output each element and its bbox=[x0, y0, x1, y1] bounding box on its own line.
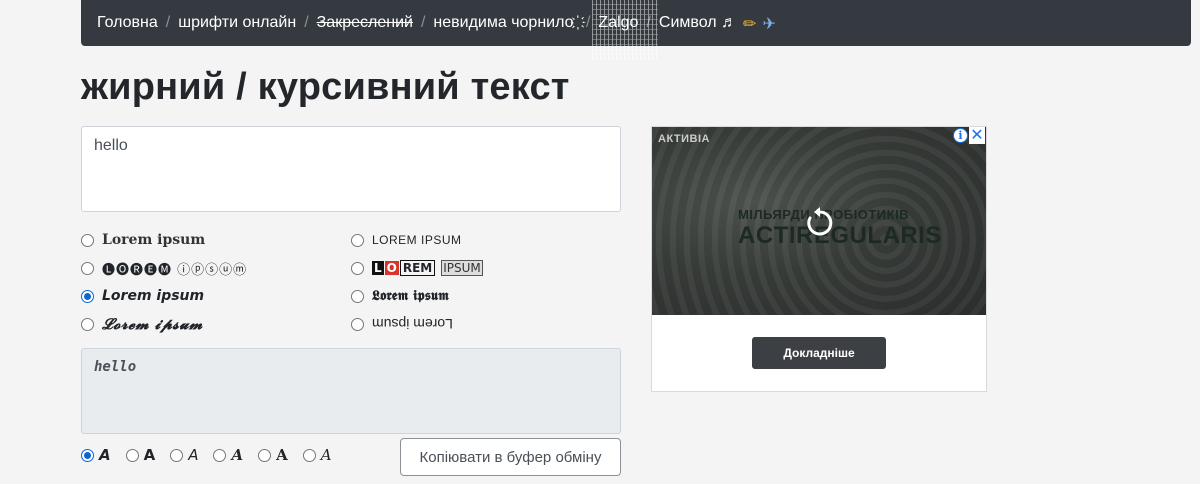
nav-separator: / bbox=[585, 14, 591, 31]
nav-link-strikethrough[interactable]: Закреслений bbox=[317, 14, 413, 32]
radio-button[interactable] bbox=[81, 317, 94, 331]
pencil-icon: ✏ bbox=[743, 13, 757, 33]
output-text[interactable]: hello bbox=[81, 348, 621, 434]
style-options-group: A A A A A A bbox=[81, 446, 347, 464]
radio-button[interactable] bbox=[351, 289, 364, 303]
font-options-group: Lorem ipsum LOREM IPSUM 🅛🅞🅡🅔🅜 ⓘⓟⓢⓤⓜ L O RE… bbox=[81, 231, 621, 333]
style-option-serif-italic[interactable]: A bbox=[302, 446, 332, 464]
nav-link-invisible-ink[interactable]: невидима чорнило ҉ bbox=[433, 14, 578, 32]
copy-to-clipboard-button[interactable]: Копіювати в буфер обміну bbox=[400, 438, 621, 476]
style-option-label: A bbox=[188, 446, 199, 464]
style-option-label: A bbox=[320, 446, 332, 464]
font-option-small-caps[interactable]: LOREM IPSUM bbox=[351, 231, 621, 249]
radio-button[interactable] bbox=[170, 448, 184, 462]
style-option-sans-bold[interactable]: A bbox=[125, 446, 156, 464]
text-input[interactable]: hello bbox=[81, 126, 621, 212]
style-option-serif-bold-italic[interactable]: A bbox=[213, 446, 243, 464]
ad-image[interactable]: АКТИВІА МІЛЬЯРДИ ПРОБІОТИКІВ ACTIREGULAR… bbox=[652, 127, 986, 315]
nav-link-home[interactable]: Головна bbox=[97, 14, 158, 32]
nav-separator: / bbox=[165, 14, 171, 31]
ad-brand-label: АКТИВІА bbox=[658, 133, 711, 145]
radio-button[interactable] bbox=[125, 448, 139, 462]
ad-learn-more-button[interactable]: Докладніше bbox=[752, 337, 886, 369]
nav-separator: / bbox=[646, 14, 651, 31]
nav-link-zalgo-label: Zalgo bbox=[598, 14, 639, 31]
radio-button[interactable] bbox=[258, 448, 272, 462]
radio-button[interactable] bbox=[81, 261, 94, 275]
airplane-icon: ✈ bbox=[762, 13, 776, 33]
nav-separator: / bbox=[304, 14, 309, 31]
ad-close-icon[interactable]: ✕ bbox=[969, 127, 985, 144]
font-option-boxed[interactable]: L O REM IPSUM bbox=[351, 259, 621, 277]
nav-link-zalgo[interactable]: Zalgo bbox=[592, 0, 659, 60]
style-option-label: A bbox=[99, 446, 111, 464]
font-option-upside-down[interactable]: Lorem ipsum bbox=[351, 315, 621, 333]
style-option-serif-bold[interactable]: A bbox=[258, 446, 288, 464]
font-option-label: LOREM IPSUM bbox=[372, 233, 462, 247]
radio-button[interactable] bbox=[351, 261, 364, 275]
nav-link-symbol[interactable]: Символ ♬ bbox=[659, 14, 737, 32]
style-option-label: A bbox=[143, 446, 156, 464]
font-option-label: L O REM IPSUM bbox=[372, 260, 483, 276]
style-option-sans-italic[interactable]: A bbox=[170, 446, 198, 464]
boxed-letter-l: L bbox=[372, 261, 384, 275]
font-option-circled[interactable]: 🅛🅞🅡🅔🅜 ⓘⓟⓢⓤⓜ bbox=[81, 259, 351, 278]
font-option-fraktur[interactable]: 𝕷𝖔𝖗𝖊𝖒 𝖎𝖕𝖘𝖚𝖒 bbox=[351, 287, 621, 305]
font-option-label: 🅛🅞🅡🅔🅜 ⓘⓟⓢⓤⓜ bbox=[102, 262, 248, 278]
style-option-sans-bold-italic[interactable]: A bbox=[81, 446, 111, 464]
radio-button[interactable] bbox=[351, 317, 364, 331]
ad-headline-main: ACTIREGULARIS bbox=[738, 222, 942, 249]
radio-button[interactable] bbox=[213, 448, 227, 462]
font-option-serif-bold[interactable]: Lorem ipsum bbox=[81, 231, 351, 249]
font-option-label: Lorem ipsum bbox=[102, 288, 205, 304]
font-option-label: Lorem ipsum bbox=[102, 232, 206, 248]
font-option-script[interactable]: 𝓛𝓸𝓻𝓮𝓶 𝓲𝓹𝓼𝓾𝓶 bbox=[81, 315, 351, 333]
radio-button[interactable] bbox=[351, 233, 364, 247]
nav-separator: / bbox=[420, 14, 426, 31]
radio-button-checked[interactable] bbox=[81, 289, 94, 303]
style-option-label: A bbox=[231, 446, 244, 464]
page-title: жирний / курсивний текст bbox=[81, 66, 570, 108]
radio-button[interactable] bbox=[81, 233, 94, 247]
radio-button-checked[interactable] bbox=[81, 448, 94, 462]
advertisement[interactable]: АКТИВІА МІЛЬЯРДИ ПРОБІОТИКІВ ACTIREGULAR… bbox=[651, 126, 987, 392]
ad-info-icon[interactable]: i bbox=[953, 128, 968, 143]
font-option-label: 𝓛𝓸𝓻𝓮𝓶 𝓲𝓹𝓼𝓾𝓶 bbox=[102, 315, 203, 333]
replay-icon[interactable] bbox=[803, 206, 837, 240]
top-navbar: Головна / шрифти онлайн / Закреслений / … bbox=[81, 0, 1191, 60]
radio-button[interactable] bbox=[302, 448, 316, 462]
font-option-label: Lorem ipsum bbox=[372, 316, 453, 332]
boxed-letters-rem: REM bbox=[399, 260, 436, 276]
font-option-label: 𝕷𝖔𝖗𝖊𝖒 𝖎𝖕𝖘𝖚𝖒 bbox=[372, 288, 449, 304]
boxed-letters-ipsum: IPSUM bbox=[441, 260, 483, 276]
style-option-label: A bbox=[276, 446, 288, 464]
nav-link-fonts-online[interactable]: шрифти онлайн bbox=[178, 14, 296, 32]
boxed-letter-o: O bbox=[384, 261, 399, 275]
font-option-sans-bold-italic[interactable]: Lorem ipsum bbox=[81, 287, 351, 305]
